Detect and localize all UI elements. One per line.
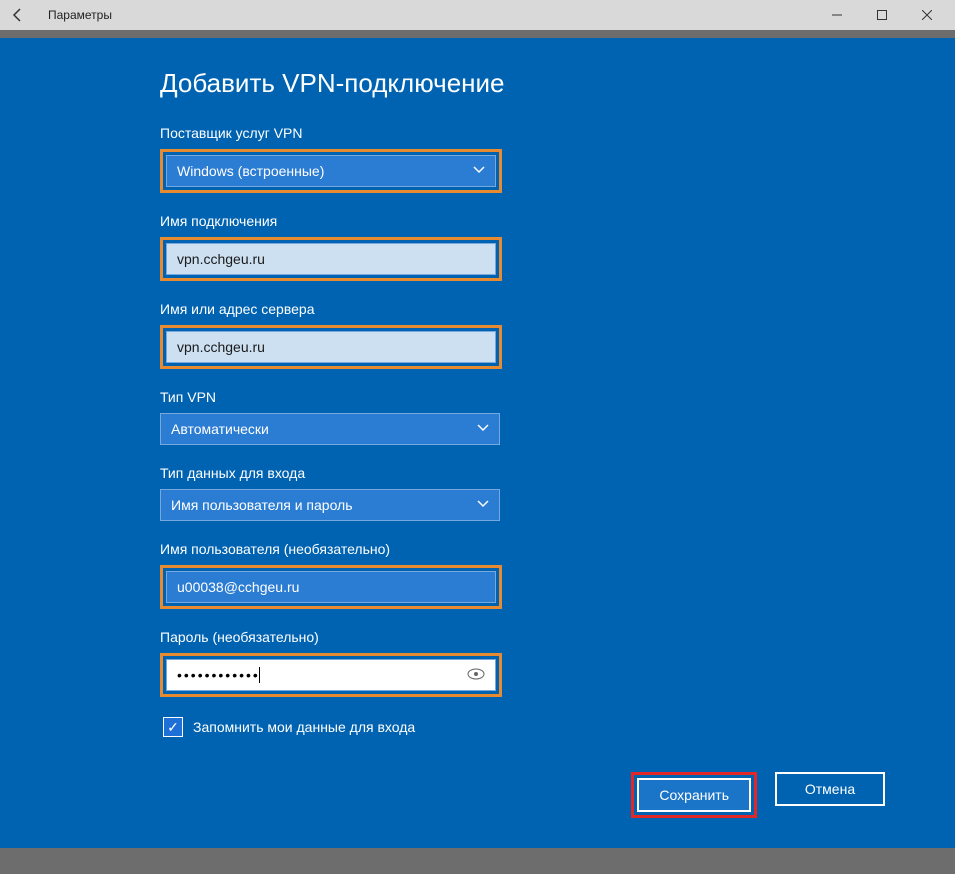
chevron-down-icon — [477, 500, 489, 511]
conn-name-value: vpn.cchgeu.ru — [177, 251, 265, 267]
cancel-button[interactable]: Отмена — [775, 772, 885, 806]
label-username: Имя пользователя (необязательно) — [160, 541, 955, 557]
highlight-box: •••••••••••• — [160, 653, 502, 697]
vpn-dialog: Добавить VPN-подключение Поставщик услуг… — [0, 38, 955, 848]
field-provider: Поставщик услуг VPN Windows (встроенные) — [160, 125, 955, 193]
remember-label: Запомнить мои данные для входа — [193, 719, 415, 735]
remember-row: ✓ Запомнить мои данные для входа — [163, 717, 955, 737]
field-conn-name: Имя подключения vpn.cchgeu.ru — [160, 213, 955, 281]
highlight-red-box: Сохранить — [631, 772, 757, 818]
provider-dropdown[interactable]: Windows (встроенные) — [166, 155, 496, 187]
field-server: Имя или адрес сервера vpn.cchgeu.ru — [160, 301, 955, 369]
arrow-left-icon — [10, 7, 26, 23]
highlight-box: u00038@cchgeu.ru — [160, 565, 502, 609]
server-value: vpn.cchgeu.ru — [177, 339, 265, 355]
field-username: Имя пользователя (необязательно) u00038@… — [160, 541, 955, 609]
save-label: Сохранить — [659, 787, 729, 803]
password-masked: •••••••••••• — [177, 667, 260, 683]
highlight-box: vpn.cchgeu.ru — [160, 237, 502, 281]
field-vpn-type: Тип VPN Автоматически — [160, 389, 955, 445]
window-title: Параметры — [48, 8, 112, 22]
label-signin-type: Тип данных для входа — [160, 465, 955, 481]
minimize-button[interactable] — [814, 0, 859, 30]
vpn-type-dropdown[interactable]: Автоматически — [160, 413, 500, 445]
label-provider: Поставщик услуг VPN — [160, 125, 955, 141]
username-input[interactable]: u00038@cchgeu.ru — [166, 571, 496, 603]
label-server: Имя или адрес сервера — [160, 301, 955, 317]
gray-band-bottom — [0, 848, 955, 874]
label-password: Пароль (необязательно) — [160, 629, 955, 645]
server-input[interactable]: vpn.cchgeu.ru — [166, 331, 496, 363]
label-conn-name: Имя подключения — [160, 213, 955, 229]
chevron-down-icon — [477, 424, 489, 435]
field-password: Пароль (необязательно) •••••••••••• — [160, 629, 955, 697]
reveal-password-icon[interactable] — [467, 667, 485, 683]
gray-band — [0, 30, 955, 38]
cancel-label: Отмена — [805, 781, 855, 797]
conn-name-input[interactable]: vpn.cchgeu.ru — [166, 243, 496, 275]
title-bar: Параметры — [0, 0, 955, 30]
close-button[interactable] — [904, 0, 949, 30]
password-input[interactable]: •••••••••••• — [166, 659, 496, 691]
chevron-down-icon — [473, 166, 485, 177]
minimize-icon — [832, 10, 842, 20]
close-icon — [922, 10, 932, 20]
vpn-type-value: Автоматически — [171, 421, 269, 437]
highlight-box: vpn.cchgeu.ru — [160, 325, 502, 369]
remember-checkbox[interactable]: ✓ — [163, 717, 183, 737]
save-button[interactable]: Сохранить — [637, 778, 751, 812]
label-vpn-type: Тип VPN — [160, 389, 955, 405]
maximize-icon — [877, 10, 887, 20]
maximize-button[interactable] — [859, 0, 904, 30]
dialog-heading: Добавить VPN-подключение — [160, 68, 955, 99]
dialog-buttons: Сохранить Отмена — [631, 772, 885, 818]
checkmark-icon: ✓ — [167, 719, 179, 736]
username-value: u00038@cchgeu.ru — [177, 579, 299, 595]
highlight-box: Windows (встроенные) — [160, 149, 502, 193]
text-cursor — [259, 667, 260, 683]
signin-type-dropdown[interactable]: Имя пользователя и пароль — [160, 489, 500, 521]
provider-value: Windows (встроенные) — [177, 163, 324, 179]
field-signin-type: Тип данных для входа Имя пользователя и … — [160, 465, 955, 521]
signin-type-value: Имя пользователя и пароль — [171, 497, 353, 513]
back-button[interactable] — [6, 3, 30, 27]
